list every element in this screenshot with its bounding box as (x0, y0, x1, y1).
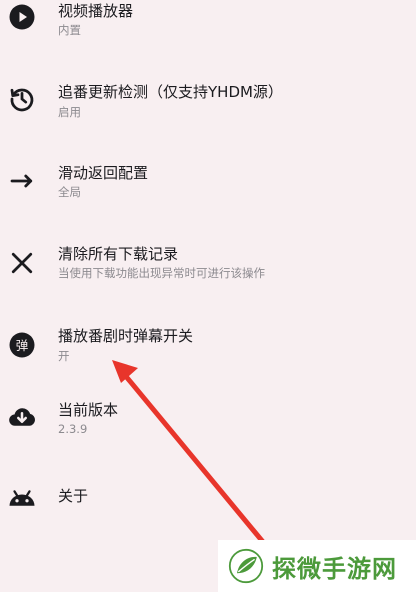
setting-title: 追番更新检测（仅支持YHDM源） (58, 83, 283, 101)
close-icon (7, 248, 37, 278)
play-circle-icon (7, 2, 37, 32)
setting-title: 滑动返回配置 (58, 164, 149, 182)
setting-subtitle: 当使用下载功能出现异常时可进行该操作 (58, 266, 265, 280)
setting-title: 清除所有下载记录 (58, 245, 179, 263)
setting-update-check[interactable]: 追番更新检测（仅支持YHDM源） 启用 (0, 64, 416, 134)
watermark-text: 探微手游网 (272, 554, 397, 583)
setting-swipe-back[interactable]: 滑动返回配置 全局 (0, 146, 416, 216)
danmaku-icon: 弹 (7, 330, 37, 360)
setting-current-version[interactable]: 当前版本 2.3.9 (0, 384, 416, 454)
arrow-right-icon (7, 166, 37, 196)
watermark: 探微手游网 (218, 540, 416, 592)
setting-title: 当前版本 (58, 401, 119, 419)
setting-subtitle: 开 (58, 349, 70, 363)
setting-clear-downloads[interactable]: 清除所有下载记录 当使用下载功能出现异常时可进行该操作 (0, 228, 416, 298)
cloud-download-icon (7, 402, 37, 432)
setting-subtitle: 启用 (58, 105, 81, 119)
setting-about[interactable]: 关于 (0, 462, 416, 532)
setting-subtitle: 2.3.9 (58, 422, 88, 436)
setting-title: 播放番剧时弹幕开关 (58, 327, 194, 345)
watermark-logo-icon (228, 548, 264, 584)
setting-video-player[interactable]: 视频播放器 内置 (0, 0, 416, 52)
setting-subtitle: 内置 (58, 23, 81, 37)
setting-danmaku-toggle[interactable]: 弹 播放番剧时弹幕开关 开 (0, 310, 416, 380)
settings-list: 视频播放器 内置 追番更新检测（仅支持YHDM源） 启用 滑动返回配置 全局 清… (0, 0, 416, 592)
update-clock-icon (7, 84, 37, 114)
setting-title: 视频播放器 (58, 2, 134, 20)
setting-title: 关于 (58, 487, 89, 505)
danmaku-glyph: 弹 (16, 338, 29, 353)
setting-subtitle: 全局 (58, 185, 81, 199)
android-icon (7, 482, 37, 512)
